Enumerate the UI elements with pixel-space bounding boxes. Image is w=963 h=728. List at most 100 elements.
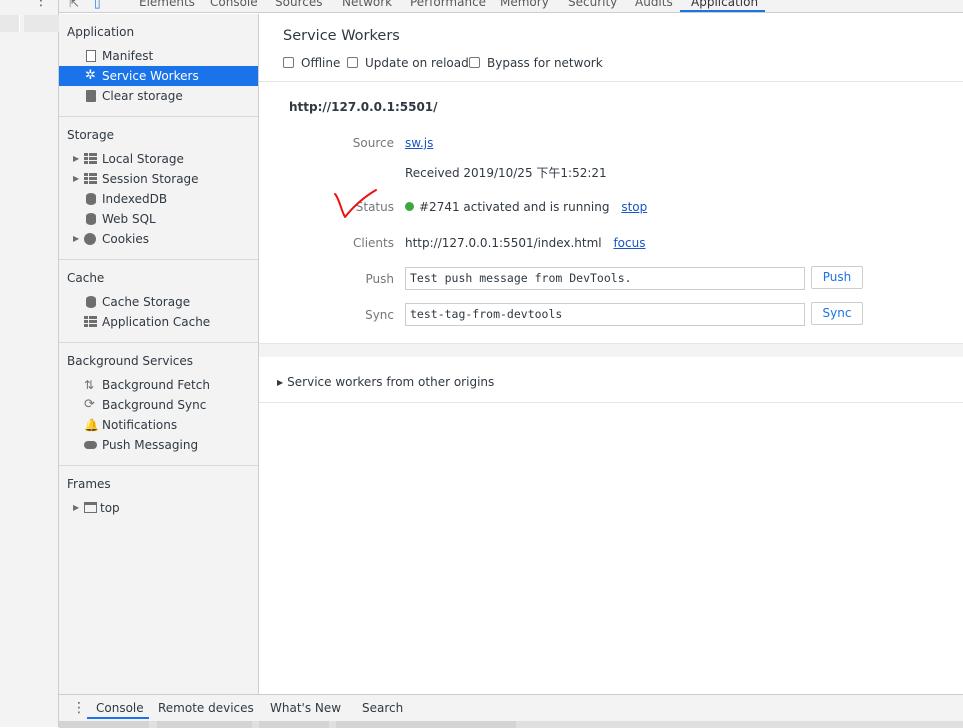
bypass-for-network-checkbox[interactable]: Bypass for network (469, 56, 603, 72)
left-strip: ⋮ (0, 0, 59, 727)
source-link[interactable]: sw.js (405, 136, 433, 150)
tab-network[interactable]: Network (342, 0, 392, 12)
sidebar-item-background-sync[interactable]: ⟳ Background Sync (59, 395, 258, 415)
sidebar-item-cache-storage[interactable]: Cache Storage (59, 292, 258, 312)
divider (59, 342, 258, 343)
checkbox-box[interactable] (469, 57, 480, 68)
offline-checkbox[interactable]: Offline (283, 56, 340, 72)
application-sidebar: Application Manifest ✲ Service Workers C… (59, 14, 259, 694)
tab-audits[interactable]: Audits (635, 0, 673, 12)
checkbox-label: Offline (301, 56, 341, 70)
sidebar-item-label: Local Storage (102, 152, 184, 166)
sidebar-item-top-frame[interactable]: ▶ top (59, 498, 258, 518)
sidebar-item-label: IndexedDB (102, 192, 168, 206)
tab-performance[interactable]: Performance (410, 0, 486, 12)
database-icon (86, 213, 96, 225)
tab-elements[interactable]: Elements (139, 0, 195, 12)
database-icon (86, 296, 96, 308)
sidebar-item-label: Push Messaging (102, 438, 199, 452)
sidebar-item-web-sql[interactable]: Web SQL (59, 209, 258, 229)
focus-link[interactable]: focus (613, 236, 645, 250)
expand-arrow-icon[interactable]: ▶ (73, 149, 79, 169)
sidebar-item-notifications[interactable]: 🔔 Notifications (59, 415, 258, 435)
sidebar-item-label: Cache Storage (102, 295, 191, 309)
check-mark-annotation (334, 189, 377, 218)
divider (59, 116, 258, 117)
tab-memory[interactable]: Memory (500, 0, 549, 12)
sidebar-item-label: Background Sync (102, 398, 207, 412)
section-title-application: Application (67, 25, 135, 39)
sidebar-item-label: Session Storage (102, 172, 199, 186)
drawer-tab-whats-new[interactable]: What's New (270, 701, 341, 715)
status-indicator-icon (405, 202, 414, 211)
drawer-tab-console[interactable]: Console (96, 701, 144, 715)
sidebar-item-label: Web SQL (102, 212, 156, 226)
bell-icon: 🔔 (84, 418, 99, 432)
expand-arrow-icon[interactable]: ▶ (73, 498, 79, 518)
device-toolbar-icon[interactable]: ▯ (94, 0, 101, 10)
status-text: #2741 activated and is running (419, 200, 610, 214)
status-value: #2741 activated and is running stop (405, 200, 647, 214)
clients-value: http://127.0.0.1:5501/index.html focus (405, 236, 645, 250)
sidebar-item-session-storage[interactable]: ▶ Session Storage (59, 169, 258, 189)
active-drawer-tab-indicator (87, 717, 149, 719)
sidebar-item-clear-storage[interactable]: Clear storage (59, 86, 258, 106)
sidebar-item-label: Manifest (102, 49, 154, 63)
table-icon (84, 316, 97, 327)
sidebar-item-cookies[interactable]: ▶ Cookies (59, 229, 258, 249)
bottom-drawer: ⋮ Console Remote devices What's New Sear… (59, 694, 963, 728)
section-title-cache: Cache (67, 271, 105, 285)
tab-console[interactable]: Console (210, 0, 258, 12)
tab-sources[interactable]: Sources (275, 0, 322, 12)
section-title-storage: Storage (67, 128, 114, 142)
left-strip-cell (0, 15, 20, 32)
sync-tag-input[interactable]: test-tag-from-devtools (405, 303, 805, 326)
left-strip-cell (24, 15, 59, 32)
sync-icon: ⟳ (84, 397, 95, 412)
sidebar-item-label: Notifications (102, 418, 178, 432)
clients-label: Clients (353, 236, 394, 250)
sidebar-item-manifest[interactable]: Manifest (59, 46, 258, 66)
checkbox-box[interactable] (283, 57, 294, 68)
sync-label: Sync (365, 308, 394, 322)
stop-link[interactable]: stop (621, 200, 647, 214)
other-origins-label: Service workers from other origins (287, 375, 495, 389)
checkbox-label: Update on reload (365, 56, 469, 70)
up-down-arrows-icon: ⇅ (84, 378, 95, 392)
sidebar-item-background-fetch[interactable]: ⇅ Background Fetch (59, 375, 258, 395)
sidebar-item-label: Service Workers (102, 69, 199, 83)
database-icon (86, 193, 96, 205)
sidebar-item-label: Clear storage (102, 89, 183, 103)
sidebar-item-service-workers[interactable]: ✲ Service Workers (59, 66, 258, 86)
divider (59, 465, 258, 466)
expand-arrow-icon: ▶ (277, 378, 284, 387)
document-icon (86, 50, 96, 62)
push-message-input[interactable]: Test push message from DevTools. (405, 267, 805, 290)
checkbox-box[interactable] (347, 57, 358, 68)
tab-security[interactable]: Security (568, 0, 617, 12)
expand-arrow-icon[interactable]: ▶ (73, 169, 79, 189)
devtools-tab-bar: ⇱ ▯ Elements Console Sources Network Per… (59, 0, 963, 13)
expand-arrow-icon[interactable]: ▶ (73, 229, 79, 249)
sidebar-item-push-messaging[interactable]: Push Messaging (59, 435, 258, 455)
push-button[interactable]: Push (811, 266, 863, 289)
sync-button[interactable]: Sync (811, 302, 863, 325)
sidebar-item-indexeddb[interactable]: IndexedDB (59, 189, 258, 209)
update-on-reload-checkbox[interactable]: Update on reload (347, 56, 469, 72)
sidebar-item-application-cache[interactable]: Application Cache (59, 312, 258, 332)
section-title-frames: Frames (67, 477, 111, 491)
other-origins-toggle[interactable]: ▶ Service workers from other origins (277, 375, 494, 389)
inspect-element-icon[interactable]: ⇱ (69, 0, 79, 10)
sidebar-item-local-storage[interactable]: ▶ Local Storage (59, 149, 258, 169)
cloud-icon (84, 441, 97, 449)
source-label: Source (352, 136, 394, 150)
drawer-tab-search[interactable]: Search (362, 701, 403, 715)
more-options-icon[interactable]: ⋮ (34, 0, 48, 8)
service-workers-panel: Service Workers Offline Update on reload… (259, 14, 963, 694)
drawer-tab-remote-devices[interactable]: Remote devices (158, 701, 254, 715)
divider (259, 402, 963, 403)
section-separator (259, 343, 963, 357)
drawer-menu-icon[interactable]: ⋮ (72, 700, 86, 716)
sidebar-item-label: Cookies (102, 232, 149, 246)
sidebar-item-label: Background Fetch (102, 378, 210, 392)
